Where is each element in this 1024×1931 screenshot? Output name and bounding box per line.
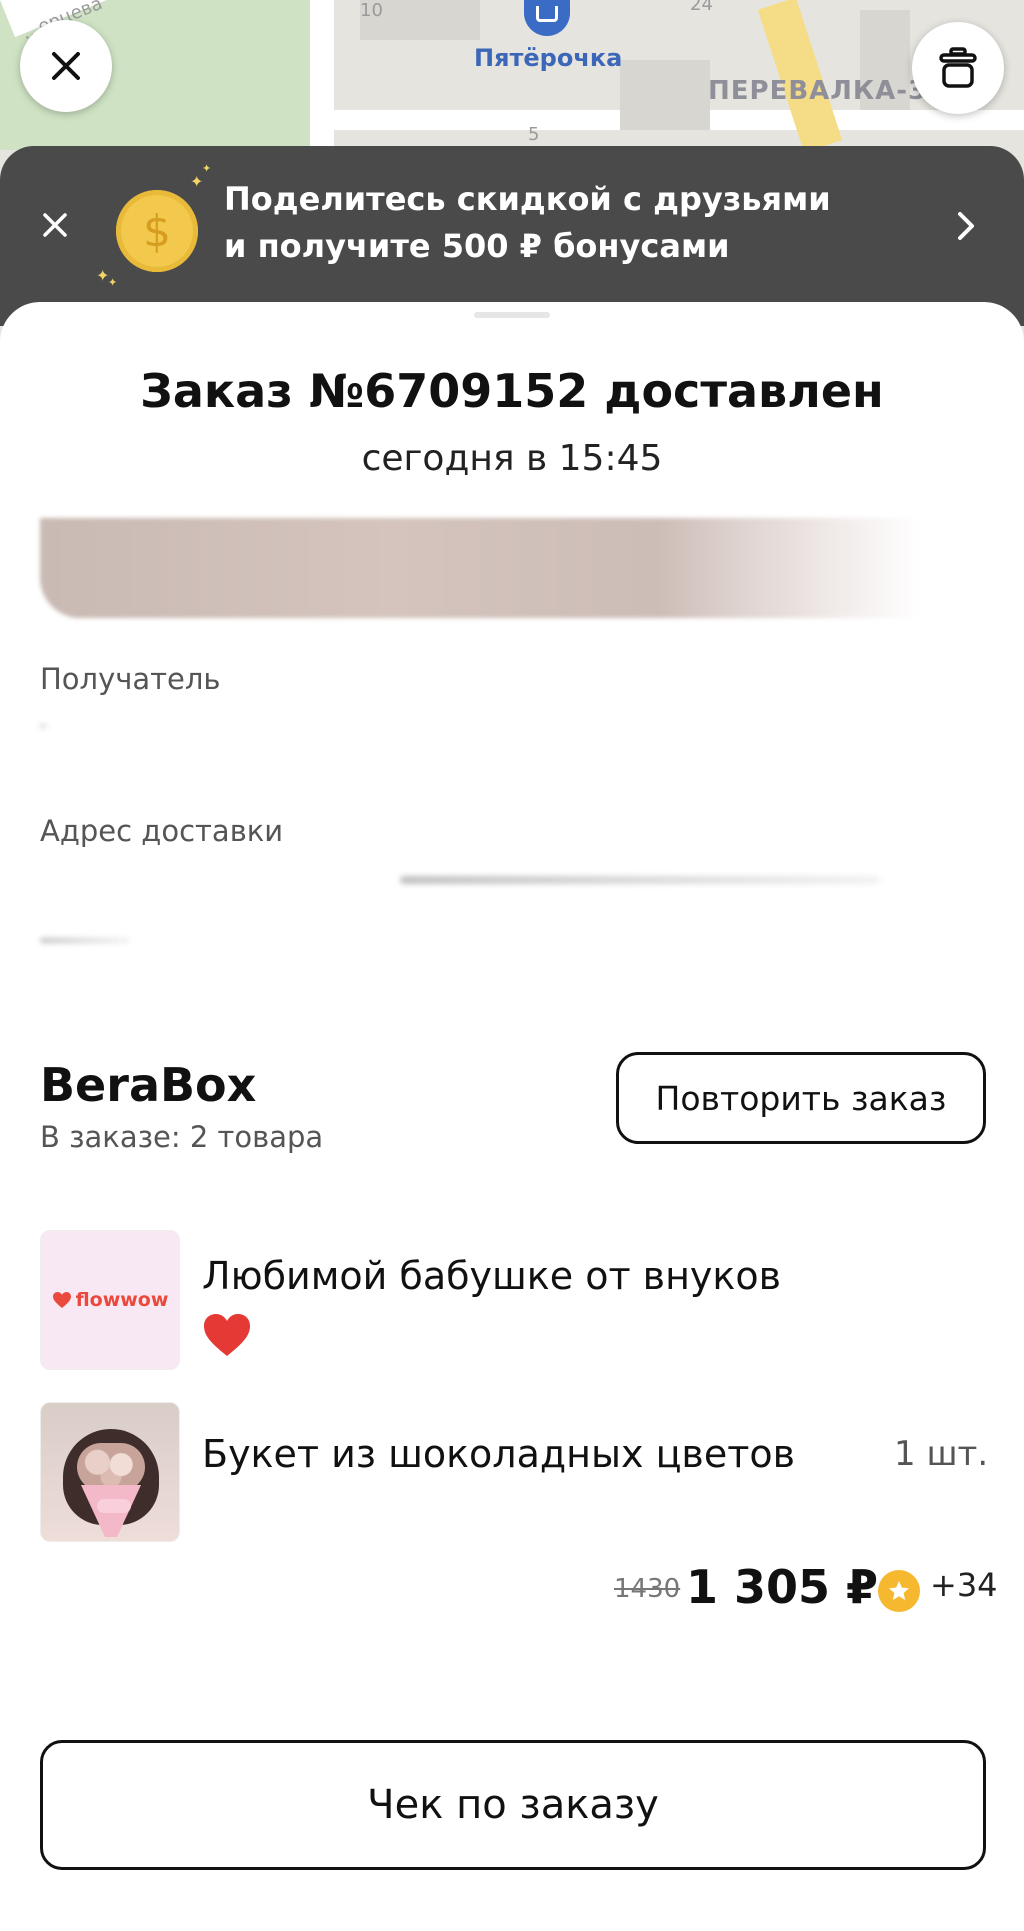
repeat-order-button[interactable]: Повторить заказ xyxy=(616,1052,986,1144)
order-item-count: В заказе: 2 товара xyxy=(40,1120,324,1154)
address-label: Адрес доставки xyxy=(40,814,284,848)
item-name: Любимой бабушке от внуков xyxy=(202,1254,781,1298)
recipient-value-blurred xyxy=(40,724,48,728)
close-button[interactable] xyxy=(20,20,112,112)
star-icon xyxy=(889,1581,909,1600)
item-thumbnail[interactable] xyxy=(40,1402,180,1542)
coin-symbol: $ xyxy=(143,205,171,257)
close-icon xyxy=(43,213,67,237)
map-district-label: ПЕРЕВАЛКА-3 xyxy=(708,76,928,106)
map-house-number: 5 xyxy=(528,124,540,145)
blurred-image xyxy=(40,518,920,618)
map-building xyxy=(620,60,710,130)
order-receipt-button[interactable]: Чек по заказу xyxy=(40,1740,986,1870)
promo-line-1: Поделитесь скидкой с друзьями xyxy=(224,180,831,218)
flowwow-logo: flowwow xyxy=(52,1289,169,1311)
red-heart-icon xyxy=(204,1314,250,1356)
bonus-star-icon xyxy=(878,1570,920,1612)
total-price: 1 305 ₽ xyxy=(686,1560,879,1614)
item-quantity: 1 шт. xyxy=(894,1434,989,1474)
item-name: Букет из шоколадных цветов xyxy=(202,1432,795,1476)
sparkle-icon: ✦ xyxy=(202,162,212,175)
flowwow-logo-text: flowwow xyxy=(75,1289,169,1311)
bonus-points: +34 xyxy=(930,1566,998,1604)
order-title: Заказ №6709152 доставлен xyxy=(140,364,884,418)
store-pin-icon[interactable] xyxy=(524,0,570,36)
old-price: 1430 xyxy=(614,1574,681,1604)
delete-order-button[interactable] xyxy=(912,22,1004,114)
promo-text: Поделитесь скидкой с друзьями и получите… xyxy=(224,176,844,270)
close-icon xyxy=(52,52,80,80)
sparkle-icon: ✦ xyxy=(108,276,118,289)
shop-name: BeraBox xyxy=(40,1058,257,1112)
banner-close-button[interactable] xyxy=(36,206,74,244)
sheet-drag-handle[interactable] xyxy=(474,312,550,318)
map-house-number: 24 xyxy=(690,0,713,15)
order-details-sheet: Заказ №6709152 доставлен сегодня в 15:45… xyxy=(0,302,1024,1931)
share-discount-banner[interactable]: ✦ ✦ ✦ ✦ $ Поделитесь скидкой с друзьями … xyxy=(0,146,1024,326)
coin-icon: $ xyxy=(116,190,198,272)
recipient-label: Получатель xyxy=(40,662,221,696)
item-thumbnail[interactable]: flowwow xyxy=(40,1230,180,1370)
order-delivery-time: сегодня в 15:45 xyxy=(361,438,663,479)
map-store-label: Пятёрочка xyxy=(474,44,623,72)
trash-icon xyxy=(939,47,977,88)
chevron-right-icon[interactable] xyxy=(948,208,984,244)
address-value-blurred xyxy=(400,876,880,884)
address-value-blurred xyxy=(40,938,130,943)
heart-icon xyxy=(52,1292,71,1308)
promo-line-2: и получите 500 ₽ бонусами xyxy=(224,227,730,265)
map-house-number: 10 xyxy=(360,0,383,21)
